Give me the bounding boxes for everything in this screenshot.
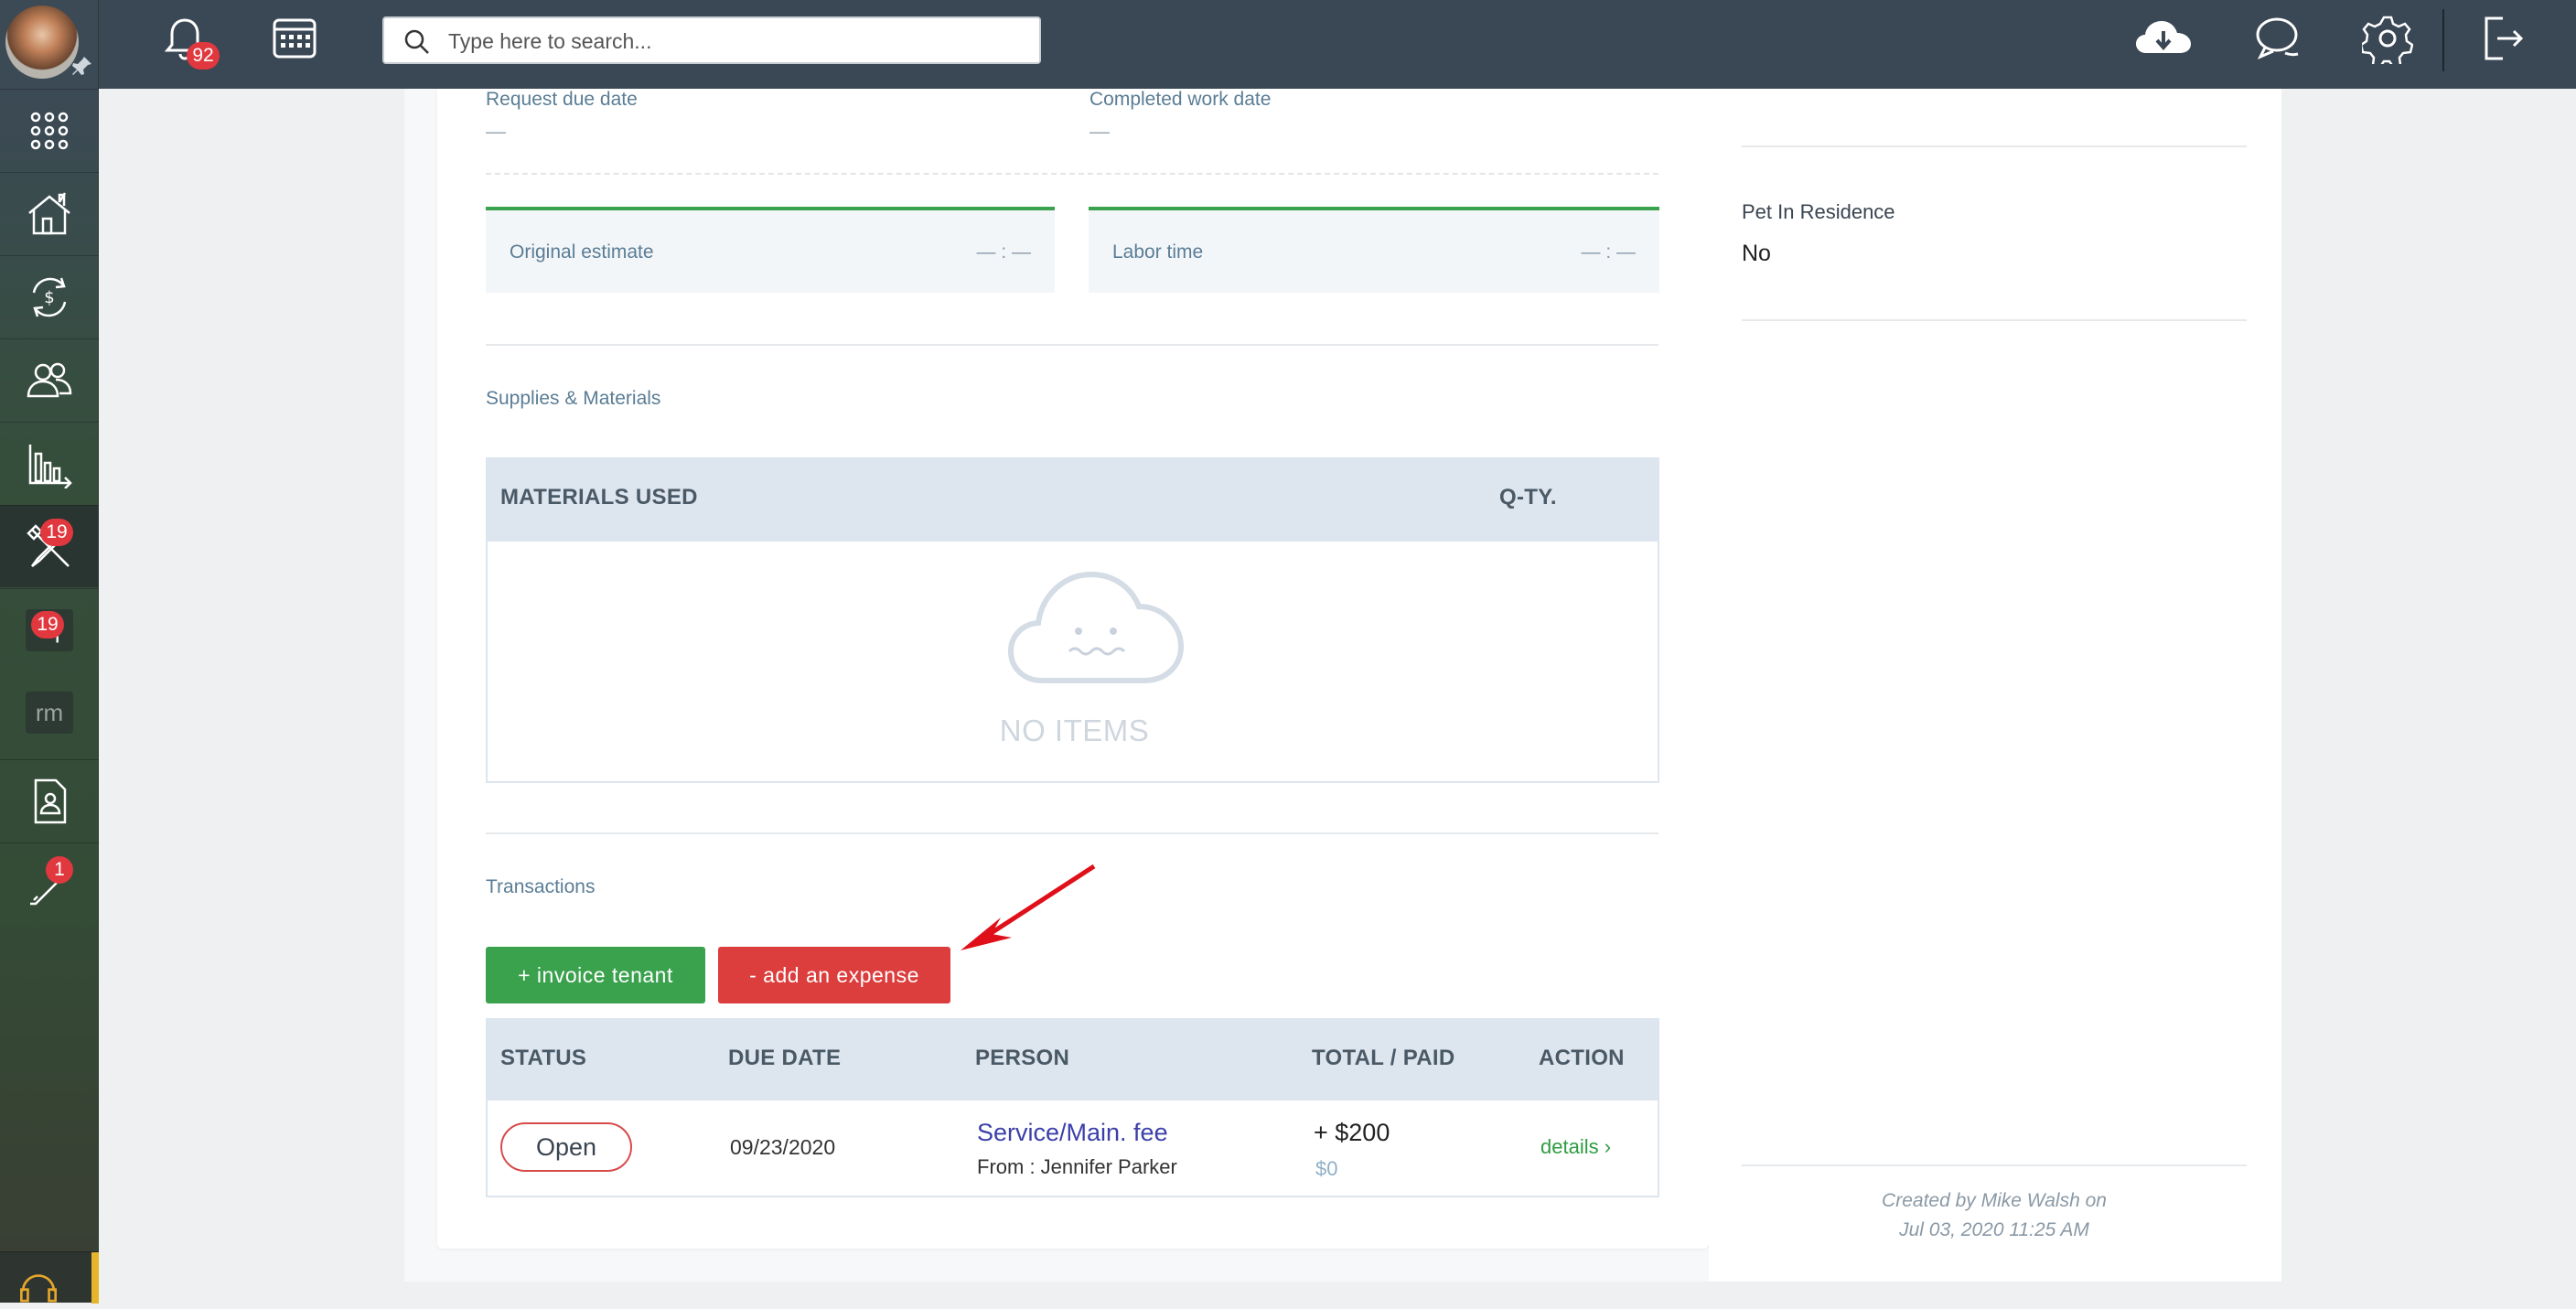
search-box[interactable] bbox=[382, 16, 1041, 64]
due-date-header: DUE DATE bbox=[728, 1046, 842, 1070]
sidebar-item-maintenance[interactable]: 19 bbox=[0, 505, 99, 587]
support-button[interactable] bbox=[0, 1251, 99, 1304]
sad-cloud-icon bbox=[1007, 571, 1185, 683]
sidebar-item-finances[interactable]: $ bbox=[0, 255, 99, 338]
chat-button[interactable] bbox=[2252, 13, 2303, 64]
gear-icon bbox=[2359, 16, 2414, 69]
section-divider-2 bbox=[486, 832, 1658, 834]
table-row: Open 09/23/2020 Service/Main. fee From :… bbox=[486, 1100, 1659, 1197]
quantity-header: Q-TY. bbox=[1499, 485, 1557, 510]
original-estimate-label: Original estimate bbox=[510, 241, 654, 263]
cloud-download-icon bbox=[2136, 21, 2191, 53]
sidebar-item-rm[interactable]: rm bbox=[0, 671, 99, 754]
section-divider bbox=[486, 344, 1658, 346]
person-header: PERSON bbox=[975, 1046, 1070, 1070]
add-expense-button[interactable]: - add an expense bbox=[718, 947, 950, 1003]
person-title-link[interactable]: Service/Main. fee bbox=[977, 1119, 1168, 1147]
work-order-card: Request due date — Completed work date —… bbox=[437, 89, 1709, 1249]
total-paid-header: TOTAL / PAID bbox=[1312, 1046, 1455, 1070]
sidebar-item-properties[interactable] bbox=[0, 172, 99, 254]
notification-count-badge: 92 bbox=[187, 42, 220, 70]
status-badge[interactable]: Open bbox=[500, 1122, 632, 1172]
created-by-line: Created by Mike Walsh on bbox=[1882, 1190, 2107, 1211]
sidebar: $ 19 rq 19 rm 1 bbox=[0, 0, 99, 1304]
original-estimate-box: Original estimate — : — bbox=[486, 207, 1055, 293]
original-estimate-value: — : — bbox=[976, 241, 1031, 263]
request-due-date-label: Request due date bbox=[486, 89, 638, 110]
notifications-button[interactable]: 92 bbox=[159, 13, 220, 70]
created-date-line: Jul 03, 2020 11:25 AM bbox=[1899, 1219, 2089, 1240]
svg-text:$: $ bbox=[44, 288, 54, 307]
topbar-divider bbox=[2442, 9, 2444, 71]
dates-divider bbox=[486, 173, 1658, 175]
supplies-section-title: Supplies & Materials bbox=[486, 388, 661, 409]
logout-icon bbox=[2485, 16, 2524, 60]
due-date-cell: 09/23/2020 bbox=[730, 1135, 836, 1159]
pet-in-residence-value: No bbox=[1742, 241, 1771, 266]
labor-time-box: Labor time — : — bbox=[1089, 207, 1659, 293]
document-person-icon bbox=[34, 778, 67, 823]
annotation-arrow bbox=[961, 864, 1096, 950]
pin-icon[interactable] bbox=[71, 55, 93, 77]
apps-grid-icon bbox=[30, 112, 69, 149]
completed-work-date-label: Completed work date bbox=[1089, 89, 1272, 110]
action-header: ACTION bbox=[1539, 1046, 1625, 1070]
materials-used-header: MATERIALS USED bbox=[500, 485, 698, 510]
right-divider-3 bbox=[1742, 1164, 2247, 1166]
details-link[interactable]: details › bbox=[1540, 1135, 1611, 1159]
transactions-table-header: STATUS DUE DATE PERSON TOTAL / PAID ACTI… bbox=[486, 1018, 1659, 1100]
materials-table-header: MATERIALS USED Q-TY. bbox=[486, 457, 1659, 542]
support-accent bbox=[91, 1252, 99, 1304]
top-bar: 92 bbox=[0, 0, 2576, 89]
chat-icon bbox=[2256, 17, 2299, 59]
logout-button[interactable] bbox=[2475, 13, 2527, 64]
settings-button[interactable] bbox=[2359, 13, 2414, 69]
total-amount: + $200 bbox=[1314, 1119, 1390, 1146]
search-icon bbox=[404, 29, 429, 54]
sidebar-item-apps[interactable] bbox=[0, 89, 99, 171]
bar-chart-icon bbox=[28, 444, 72, 488]
transactions-section-title: Transactions bbox=[486, 876, 596, 897]
rm-label: rm bbox=[26, 692, 73, 734]
requests-count-badge: 19 bbox=[31, 611, 64, 638]
sidebar-item-documents[interactable] bbox=[0, 759, 99, 842]
sidebar-item-contacts[interactable] bbox=[0, 338, 99, 421]
invoice-tenant-button[interactable]: + invoice tenant bbox=[486, 947, 705, 1003]
house-icon bbox=[28, 191, 70, 234]
sidebar-item-tools[interactable]: 1 bbox=[0, 842, 99, 925]
calendar-button[interactable] bbox=[269, 13, 320, 64]
person-from-text: From : Jennifer Parker bbox=[977, 1155, 1177, 1178]
labor-time-value: — : — bbox=[1581, 241, 1636, 263]
tools-count-badge: 1 bbox=[46, 856, 73, 884]
materials-table-body: NO ITEMS bbox=[486, 542, 1659, 783]
right-panel: Pet In Residence No Created by Mike Wals… bbox=[1709, 89, 2281, 1282]
completed-work-date-value: — bbox=[1089, 120, 1110, 143]
sidebar-item-requests[interactable]: rq 19 bbox=[0, 588, 99, 671]
request-due-date-value: — bbox=[486, 120, 506, 143]
pet-in-residence-label: Pet In Residence bbox=[1742, 200, 1895, 223]
labor-time-label: Labor time bbox=[1112, 241, 1204, 263]
right-divider-1 bbox=[1742, 145, 2247, 147]
search-input[interactable] bbox=[448, 27, 1015, 55]
paid-amount: $0 bbox=[1315, 1157, 1338, 1180]
people-icon bbox=[27, 362, 72, 397]
right-divider-2 bbox=[1742, 319, 2247, 321]
download-button[interactable] bbox=[2133, 13, 2194, 64]
maintenance-count-badge: 19 bbox=[40, 519, 73, 546]
sidebar-item-reports[interactable] bbox=[0, 422, 99, 504]
money-cycle-icon: $ bbox=[32, 277, 67, 317]
calendar-icon bbox=[273, 18, 317, 59]
user-avatar[interactable] bbox=[5, 5, 79, 79]
status-header: STATUS bbox=[500, 1046, 587, 1070]
no-items-text: NO ITEMS bbox=[999, 714, 1150, 747]
